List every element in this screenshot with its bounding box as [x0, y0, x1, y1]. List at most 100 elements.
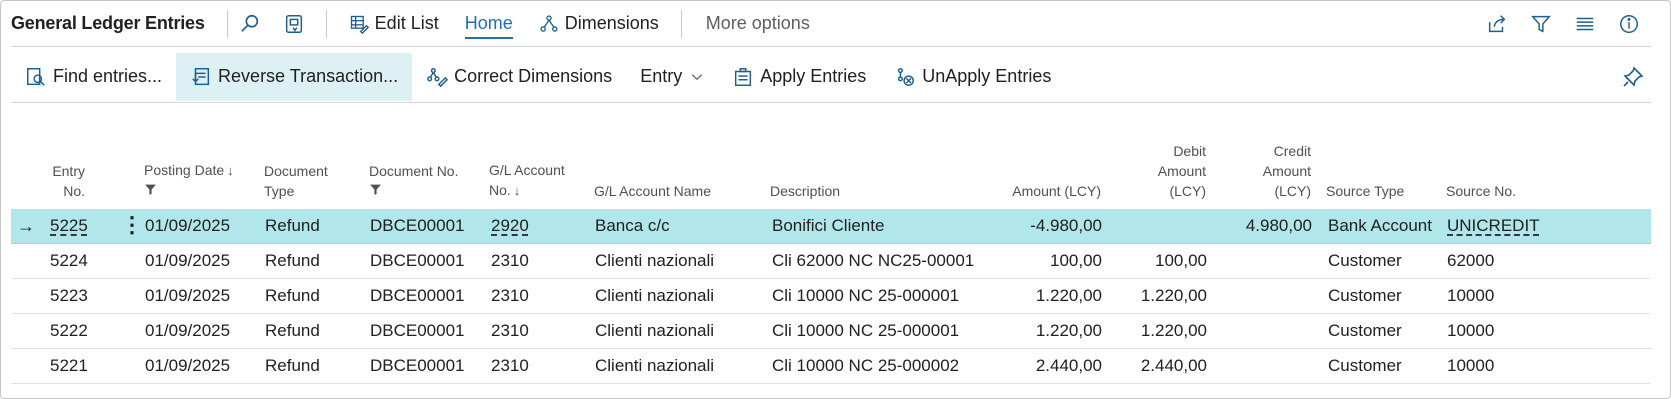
- page-header: General Ledger Entries Edit List Home Di…: [11, 1, 1651, 47]
- cell-source-no[interactable]: UNICREDIT: [1447, 209, 1540, 243]
- cell-posting-date: 01/09/2025: [145, 356, 231, 375]
- cell-description: Cli 10000 NC 25-000002: [772, 356, 960, 375]
- divider: [325, 9, 327, 38]
- apply-entries-icon: [735, 67, 752, 86]
- cell-document-no: DBCE00001: [370, 321, 465, 340]
- cell-document-no: DBCE00001: [370, 251, 465, 270]
- cell-posting-date: 01/09/2025: [145, 216, 231, 235]
- header-right-tools: [1475, 1, 1651, 47]
- cell-amount: -4.980,00: [1030, 216, 1102, 235]
- cell-gl-account-name: Banca c/c: [595, 216, 670, 235]
- filter-icon[interactable]: [1519, 4, 1563, 44]
- unapply-entries-icon: [898, 67, 915, 86]
- reverse-transaction-icon: [192, 67, 210, 85]
- column-header-entry-no[interactable]: Entry No.: [45, 161, 85, 201]
- cell-debit-amount: 1.220,00: [1140, 321, 1207, 340]
- cell-entry-no: 5221: [50, 356, 88, 375]
- column-header-source-type[interactable]: Source Type: [1326, 181, 1404, 201]
- cell-document-type: Refund: [265, 286, 320, 305]
- cell-document-type: Refund: [265, 321, 320, 340]
- table-row[interactable]: 5223 01/09/2025 Refund DBCE00001 2310 Clienti…: [11, 279, 1651, 314]
- ledger-entries-table: Entry No. Posting Date ↓ Document Type Do…: [11, 131, 1651, 384]
- cell-gl-account-no[interactable]: 2920: [491, 209, 529, 243]
- sort-down-icon: ↓: [513, 183, 521, 198]
- cell-gl-account-name: Clienti nazionali: [595, 356, 715, 375]
- filter-small-icon: [144, 181, 234, 201]
- cell-amount: 1.220,00: [1035, 321, 1102, 340]
- cell-entry-no: 5222: [50, 321, 88, 340]
- info-icon[interactable]: [1607, 4, 1651, 44]
- unapply-entries-button[interactable]: UnApply Entries: [880, 53, 1065, 101]
- cell-entry-no: 5223: [50, 286, 88, 305]
- reverse-transaction-label: Reverse Transaction...: [218, 66, 399, 86]
- find-entries-icon: [27, 67, 45, 86]
- cell-gl-account-name: Clienti nazionali: [595, 321, 715, 340]
- cell-amount: 100,00: [1050, 251, 1102, 270]
- cell-credit-amount: [1211, 349, 1312, 383]
- cell-posting-date: 01/09/2025: [145, 286, 231, 305]
- table-row[interactable]: 5222 01/09/2025 Refund DBCE00001 2310 Clienti…: [11, 314, 1651, 349]
- cell-document-no: DBCE00001: [370, 356, 465, 375]
- cell-source-type: Customer: [1328, 251, 1402, 270]
- more-options-button[interactable]: More options: [682, 13, 834, 34]
- cell-gl-account-no: 2310: [491, 286, 529, 305]
- entry-menu-label: Entry: [640, 66, 683, 86]
- correct-dimensions-button[interactable]: Correct Dimensions: [412, 53, 626, 101]
- dimensions-button[interactable]: Dimensions: [527, 4, 671, 44]
- cell-document-type: Refund: [265, 251, 320, 270]
- bookmark-icon[interactable]: [272, 4, 316, 44]
- cell-source-no: 10000: [1447, 356, 1495, 375]
- edit-list-label: Edit List: [374, 13, 439, 33]
- cell-debit-amount: [1111, 209, 1207, 243]
- column-header-gl-account-name[interactable]: G/L Account Name: [594, 181, 711, 201]
- cell-credit-amount: [1211, 279, 1312, 313]
- cell-entry-no[interactable]: 5225: [50, 209, 88, 243]
- column-header-amount[interactable]: Amount (LCY): [971, 181, 1101, 201]
- tab-home[interactable]: Home: [451, 4, 527, 44]
- sort-down-icon: ↓: [227, 163, 234, 178]
- cell-credit-amount: 4.980,00: [1245, 216, 1312, 235]
- cell-amount: 2.440,00: [1035, 356, 1102, 375]
- table-row[interactable]: → ⋮ 5225 01/09/2025 Refund DBCE00001 2920 Banca…: [11, 209, 1651, 244]
- column-header-document-type[interactable]: Document Type: [264, 161, 328, 201]
- list-icon[interactable]: [1563, 4, 1607, 44]
- unapply-entries-label: UnApply Entries: [922, 66, 1052, 86]
- cell-entry-no: 5224: [50, 251, 88, 270]
- table-row[interactable]: 5224 01/09/2025 Refund DBCE00001 2310 Clienti…: [11, 244, 1651, 279]
- find-entries-label: Find entries...: [53, 66, 163, 86]
- column-header-debit-amount[interactable]: Debit Amount (LCY): [1121, 141, 1206, 201]
- chevron-down-icon: [692, 73, 703, 80]
- cell-gl-account-name: Clienti nazionali: [595, 251, 715, 270]
- share-icon[interactable]: [1475, 4, 1519, 44]
- filter-small-icon: [369, 181, 458, 201]
- cell-debit-amount: 1.220,00: [1140, 286, 1207, 305]
- row-menu-icon[interactable]: ⋮: [121, 209, 143, 241]
- table-header: Entry No. Posting Date ↓ Document Type Do…: [11, 131, 1651, 209]
- pin-icon[interactable]: [1621, 65, 1645, 89]
- current-row-arrow-icon: →: [17, 216, 35, 236]
- correct-dimensions-icon: [427, 67, 449, 87]
- column-header-source-no[interactable]: Source No.: [1446, 181, 1516, 201]
- table-row[interactable]: 5221 01/09/2025 Refund DBCE00001 2310 Clienti…: [11, 349, 1651, 384]
- action-bar: Find entries... Reverse Transaction... C…: [11, 51, 1651, 103]
- cell-description: Bonifici Cliente: [772, 216, 885, 235]
- cell-credit-amount: [1211, 314, 1312, 348]
- column-header-document-no[interactable]: Document No.: [369, 161, 458, 201]
- column-header-posting-date[interactable]: Posting Date ↓: [144, 160, 234, 201]
- apply-entries-button[interactable]: Apply Entries: [718, 53, 880, 101]
- cell-credit-amount: [1211, 244, 1312, 278]
- edit-list-button[interactable]: Edit List: [337, 4, 451, 44]
- entry-menu-button[interactable]: Entry: [626, 53, 718, 101]
- reverse-transaction-button[interactable]: Reverse Transaction...: [176, 52, 413, 101]
- column-header-gl-account-no[interactable]: G/L Account No. ↓: [489, 160, 565, 201]
- cell-document-no: DBCE00001: [370, 286, 465, 305]
- find-entries-button[interactable]: Find entries...: [11, 53, 176, 101]
- column-header-credit-amount[interactable]: Credit Amount (LCY): [1226, 141, 1311, 201]
- cell-gl-account-no: 2310: [491, 356, 529, 375]
- search-icon[interactable]: [228, 4, 272, 44]
- column-header-description[interactable]: Description: [770, 181, 840, 201]
- cell-source-no: 10000: [1447, 321, 1495, 340]
- dimensions-icon: [540, 14, 558, 32]
- cell-source-no: 62000: [1447, 251, 1495, 270]
- cell-description: Cli 10000 NC 25-000001: [772, 286, 960, 305]
